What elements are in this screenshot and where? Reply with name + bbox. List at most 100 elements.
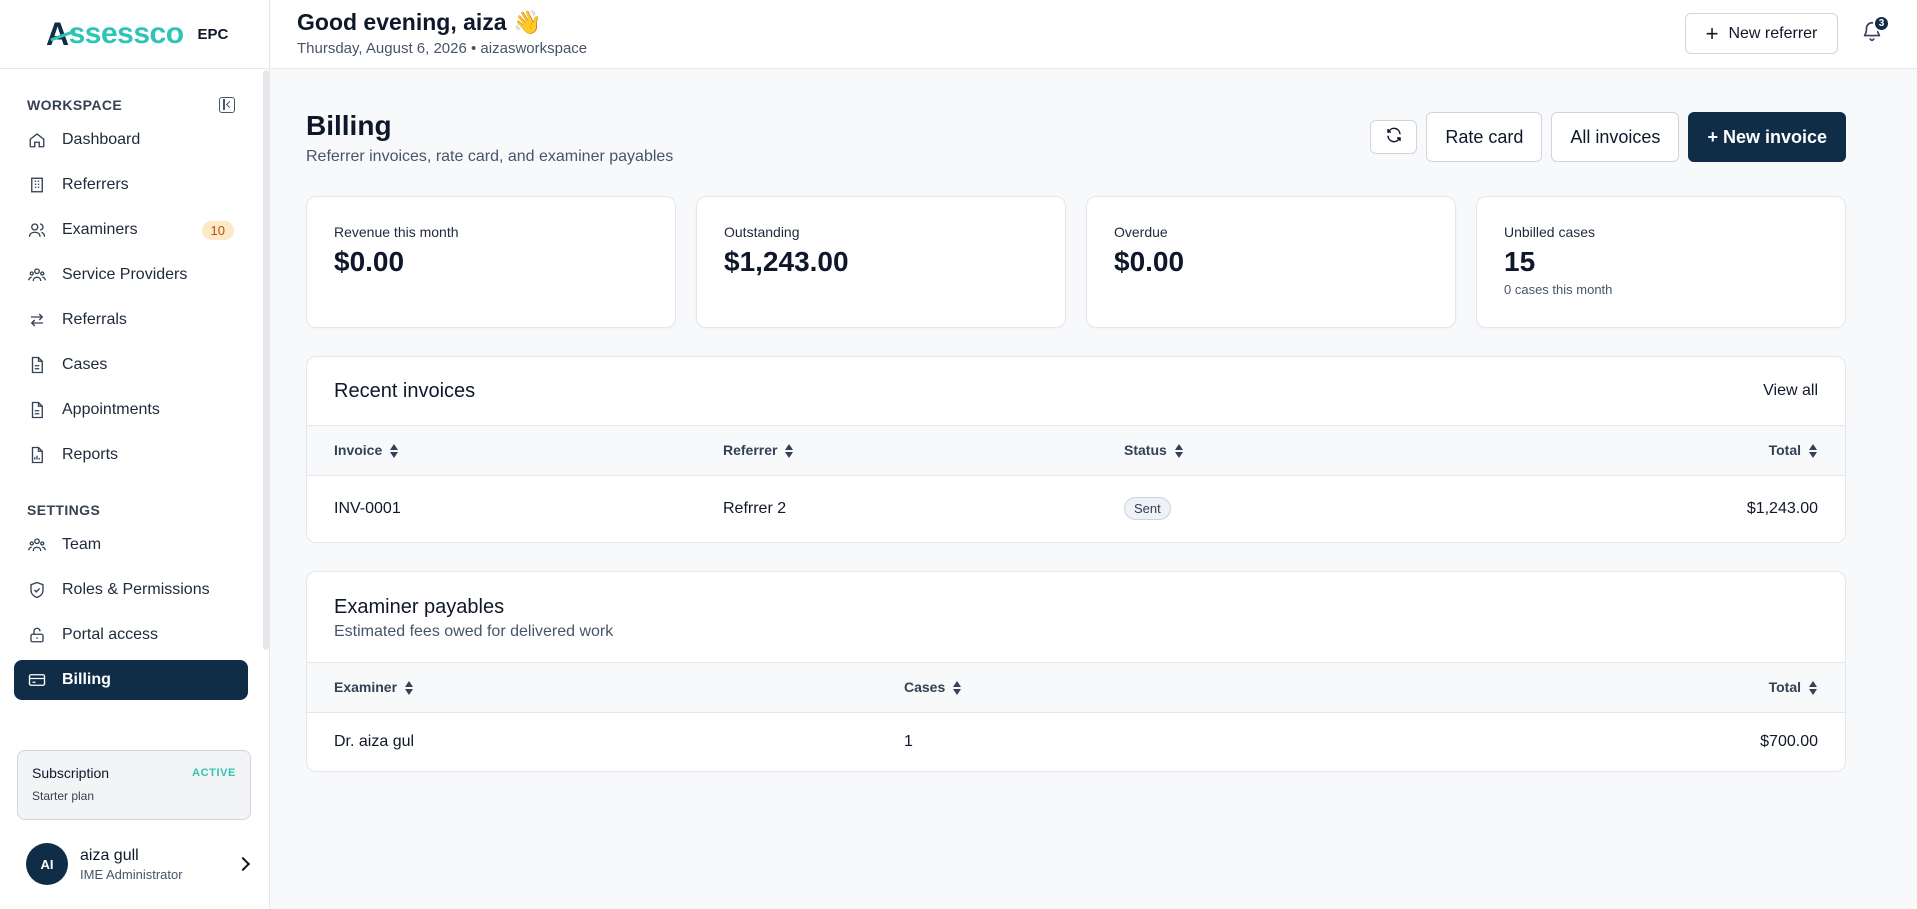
- new-referrer-button[interactable]: + New referrer: [1685, 13, 1838, 54]
- card-header: Recent invoices View all: [307, 357, 1845, 425]
- user-menu[interactable]: AI aiza gull IME Administrator: [26, 843, 251, 885]
- column-header-status[interactable]: Status: [1097, 426, 1453, 476]
- sidebar-item-examiners[interactable]: Examiners 10: [14, 210, 248, 250]
- invoice-status-cell: Sent: [1097, 476, 1453, 542]
- kpi-subtext: 0 cases this month: [1504, 282, 1613, 297]
- column-header-cases[interactable]: Cases: [877, 663, 1362, 713]
- sidebar-item-referrers[interactable]: Referrers: [14, 165, 248, 205]
- arrows-icon: [28, 311, 46, 329]
- user-name: aiza gull: [80, 846, 139, 864]
- avatar: AI: [26, 843, 68, 885]
- logo-row: Assessco EPC: [0, 0, 269, 69]
- new-invoice-button[interactable]: + New invoice: [1688, 112, 1846, 162]
- sidebar: Assessco EPC WORKSPACE Dashboard Referre…: [0, 0, 270, 909]
- settings-label: SETTINGS: [27, 502, 101, 518]
- notification-count-badge: 3: [1873, 15, 1890, 32]
- card-subtitle: Estimated fees owed for delivered work: [334, 623, 614, 640]
- subscription-card[interactable]: Subscription ACTIVE Starter plan: [17, 750, 251, 820]
- logo-text: ssessco: [68, 17, 184, 50]
- sidebar-item-referrals[interactable]: Referrals: [14, 300, 248, 340]
- table-row[interactable]: INV-0001 Refrrer 2 Sent $1,243.00: [307, 476, 1845, 542]
- table-row[interactable]: Dr. aiza gul 1 $700.00: [307, 713, 1845, 771]
- examiner-cases: 1: [904, 732, 913, 750]
- column-header-total[interactable]: Total: [1362, 663, 1845, 713]
- refresh-button[interactable]: [1370, 120, 1418, 154]
- sidebar-item-appointments[interactable]: Appointments: [14, 390, 248, 430]
- topbar: Good evening, aiza 👋 Thursday, August 6,…: [271, 0, 1917, 69]
- status-badge: Sent: [1124, 497, 1171, 521]
- kpi-value: $0.00: [334, 246, 405, 277]
- kpi-row: Revenue this month $0.00 Outstanding $1,…: [306, 196, 1846, 328]
- invoice-total: $1,243.00: [1746, 499, 1818, 517]
- sidebar-item-billing[interactable]: Billing: [14, 660, 248, 700]
- sidebar-item-label: Referrers: [62, 176, 129, 193]
- greeting-subtitle: Thursday, August 6, 2026 • aizasworkspac…: [297, 40, 588, 57]
- sidebar-item-label: Examiners: [62, 221, 138, 238]
- invoice-number[interactable]: INV-0001: [307, 476, 696, 542]
- kpi-card-outstanding: Outstanding $1,243.00: [696, 196, 1066, 328]
- settings-section-header: SETTINGS: [0, 495, 262, 525]
- refresh-icon: [1385, 126, 1403, 149]
- kpi-label: Outstanding: [724, 224, 800, 240]
- page-subtitle: Referrer invoices, rate card, and examin…: [306, 148, 674, 165]
- examiner-payables-table: Examiner Cases Total Dr. aiza gul 1 $700…: [307, 662, 1845, 771]
- sidebar-item-team[interactable]: Team: [14, 525, 248, 565]
- kpi-label: Revenue this month: [334, 224, 459, 240]
- kpi-value: $0.00: [1114, 246, 1185, 277]
- sidebar-item-roles-permissions[interactable]: Roles & Permissions: [14, 570, 248, 610]
- column-header-invoice[interactable]: Invoice: [307, 426, 696, 476]
- card-header: Examiner payables Estimated fees owed fo…: [307, 572, 1845, 662]
- view-all-link[interactable]: View all: [1763, 382, 1818, 400]
- sort-icon: [405, 680, 414, 696]
- sidebar-item-label: Cases: [62, 356, 108, 373]
- column-header-referrer[interactable]: Referrer: [696, 426, 1097, 476]
- sidebar-item-label: Billing: [62, 671, 111, 688]
- kpi-label: Overdue: [1114, 224, 1168, 240]
- greeting-title: Good evening, aiza 👋: [297, 9, 542, 35]
- sidebar-item-reports[interactable]: Reports: [14, 435, 248, 475]
- card-title: Recent invoices: [334, 379, 476, 402]
- sidebar-item-dashboard[interactable]: Dashboard: [14, 120, 248, 160]
- user-role: IME Administrator: [80, 866, 183, 882]
- column-header-total[interactable]: Total: [1453, 426, 1845, 476]
- sidebar-item-portal-access[interactable]: Portal access: [14, 615, 248, 655]
- page-title: Billing: [306, 110, 392, 141]
- subscription-plan: Starter plan: [32, 789, 95, 803]
- sidebar-item-label: Reports: [62, 446, 119, 463]
- examiner-payables-card: Examiner payables Estimated fees owed fo…: [306, 571, 1846, 772]
- sort-icon: [390, 443, 399, 459]
- file-icon: [28, 356, 46, 374]
- org-tag: EPC: [197, 25, 229, 43]
- file-icon: [28, 401, 46, 419]
- sidebar-item-service-providers[interactable]: Service Providers: [14, 255, 248, 295]
- chevron-right-icon: [235, 856, 251, 872]
- assessco-logo[interactable]: Assessco: [46, 16, 184, 53]
- recent-invoices-card: Recent invoices View all Invoice Referre…: [306, 356, 1846, 543]
- all-invoices-button[interactable]: All invoices: [1551, 112, 1680, 162]
- new-referrer-label: New referrer: [1728, 24, 1818, 42]
- group-icon: [28, 266, 46, 284]
- kpi-value: 15: [1504, 246, 1536, 277]
- workspace-section-header: WORKSPACE: [0, 90, 262, 120]
- sort-icon: [1174, 443, 1184, 459]
- collapse-sidebar-icon[interactable]: [219, 97, 235, 113]
- users-icon: [28, 221, 46, 239]
- recent-invoices-table: Invoice Referrer Status Total INV-0001 R…: [307, 425, 1845, 542]
- column-header-examiner[interactable]: Examiner: [307, 663, 877, 713]
- sidebar-item-label: Referrals: [62, 311, 127, 328]
- card-title: Examiner payables: [334, 596, 505, 618]
- sidebar-item-cases[interactable]: Cases: [14, 345, 248, 385]
- sidebar-nav: WORKSPACE Dashboard Referrers Examiners …: [0, 70, 262, 730]
- kpi-card-overdue: Overdue $0.00: [1086, 196, 1456, 328]
- notifications-button[interactable]: 3: [1861, 15, 1890, 46]
- home-icon: [28, 131, 46, 149]
- sort-icon: [1809, 680, 1818, 696]
- invoice-referrer: Refrrer 2: [723, 499, 787, 517]
- sidebar-item-label: Service Providers: [62, 266, 188, 283]
- sidebar-scrollbar[interactable]: [263, 70, 269, 650]
- group-icon: [28, 536, 46, 554]
- lock-icon: [28, 626, 46, 644]
- rate-card-button[interactable]: Rate card: [1426, 112, 1543, 162]
- sort-icon: [953, 680, 962, 696]
- plus-icon: +: [1705, 20, 1719, 46]
